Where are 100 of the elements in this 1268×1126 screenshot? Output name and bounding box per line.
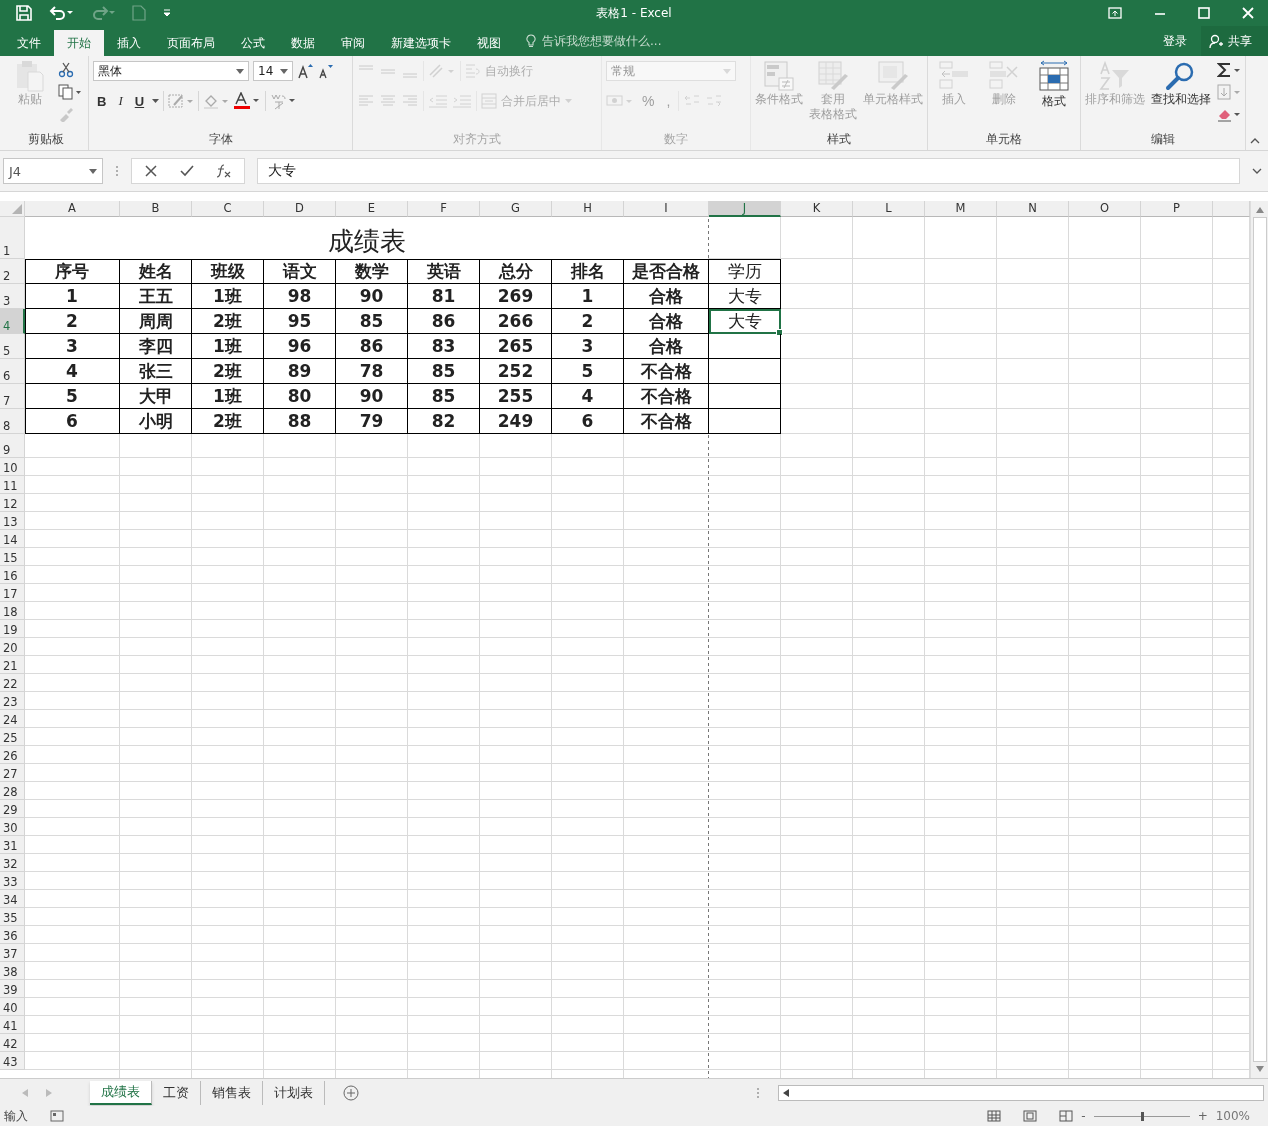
expand-icon[interactable] bbox=[1252, 168, 1262, 174]
row-header[interactable]: 27 bbox=[0, 764, 25, 782]
ribbon-tab[interactable]: 开始 bbox=[54, 30, 104, 56]
column-header[interactable]: P bbox=[1141, 201, 1213, 217]
row-header[interactable]: 1 bbox=[0, 217, 25, 259]
column-header[interactable]: M bbox=[925, 201, 997, 217]
collapse-ribbon-icon[interactable] bbox=[1250, 138, 1260, 144]
row-header[interactable]: 7 bbox=[0, 384, 25, 409]
next-sheet-icon[interactable] bbox=[46, 1088, 52, 1097]
ribbon-display-icon[interactable] bbox=[1108, 7, 1122, 19]
row-header[interactable]: 22 bbox=[0, 674, 25, 692]
function-icon[interactable] bbox=[216, 164, 232, 178]
row-header[interactable]: 13 bbox=[0, 512, 25, 530]
maximize-icon[interactable] bbox=[1198, 7, 1210, 19]
font-name-field[interactable]: 黑体 bbox=[93, 61, 249, 81]
column-header[interactable]: O bbox=[1069, 201, 1141, 217]
column-header[interactable]: N bbox=[997, 201, 1069, 217]
row-header[interactable]: 40 bbox=[0, 998, 25, 1016]
row-header[interactable]: 3 bbox=[0, 284, 25, 309]
row-header[interactable]: 18 bbox=[0, 602, 25, 620]
dropdown-arrow-icon[interactable] bbox=[280, 68, 288, 74]
row-header[interactable]: 31 bbox=[0, 836, 25, 854]
page-break-icon[interactable] bbox=[1059, 1110, 1074, 1122]
column-header[interactable]: B bbox=[120, 201, 192, 217]
scroll-up-icon[interactable] bbox=[1255, 207, 1264, 213]
underline-button[interactable]: U bbox=[130, 93, 149, 109]
ribbon-tab[interactable]: 视图 bbox=[464, 30, 514, 56]
row-header[interactable]: 37 bbox=[0, 944, 25, 962]
column-header[interactable]: D bbox=[264, 201, 336, 217]
row-header[interactable]: 8 bbox=[0, 409, 25, 434]
sheet-tab[interactable]: 成绩表 bbox=[90, 1080, 152, 1105]
row-header[interactable]: 24 bbox=[0, 710, 25, 728]
column-header[interactable]: F bbox=[408, 201, 480, 217]
row-header[interactable]: 6 bbox=[0, 359, 25, 384]
row-header[interactable]: 19 bbox=[0, 620, 25, 638]
page-layout-icon[interactable] bbox=[1023, 1110, 1038, 1122]
dropdown-arrow-icon[interactable] bbox=[236, 68, 244, 74]
italic-button[interactable]: I bbox=[114, 93, 127, 109]
row-header[interactable]: 5 bbox=[0, 334, 25, 359]
dropdown-arrow-icon[interactable] bbox=[89, 168, 97, 174]
ribbon-tab[interactable]: 数据 bbox=[278, 30, 328, 56]
row-header[interactable]: 33 bbox=[0, 872, 25, 890]
ribbon-tab[interactable]: 公式 bbox=[228, 30, 278, 56]
ribbon-tab[interactable]: 审阅 bbox=[328, 30, 378, 56]
ribbon-tab[interactable]: 新建选项卡 bbox=[378, 30, 464, 56]
fill-down-icon[interactable] bbox=[1217, 84, 1241, 100]
font-size-field[interactable]: 14 bbox=[253, 61, 293, 81]
phonetic-guide-icon[interactable] bbox=[270, 92, 297, 110]
ribbon-tab[interactable]: 文件 bbox=[4, 30, 54, 56]
row-header[interactable]: 29 bbox=[0, 800, 25, 818]
check-icon[interactable] bbox=[180, 164, 194, 178]
row-header[interactable]: 15 bbox=[0, 548, 25, 566]
row-header[interactable]: 42 bbox=[0, 1034, 25, 1052]
sheet-tab[interactable]: 销售表 bbox=[201, 1080, 263, 1105]
column-header[interactable]: H bbox=[552, 201, 624, 217]
bold-button[interactable]: B bbox=[93, 93, 111, 109]
row-header[interactable]: 17 bbox=[0, 584, 25, 602]
sign-in-link[interactable]: 登录 bbox=[1163, 32, 1187, 50]
row-header[interactable]: 34 bbox=[0, 890, 25, 908]
tell-me-field[interactable]: 告诉我您想要做什么... bbox=[542, 32, 662, 50]
add-sheet-icon[interactable] bbox=[343, 1084, 359, 1101]
column-header[interactable]: K bbox=[781, 201, 853, 217]
row-header[interactable]: 12 bbox=[0, 494, 25, 512]
row-header[interactable]: 20 bbox=[0, 638, 25, 656]
row-header[interactable]: 9 bbox=[0, 434, 25, 458]
save-icon[interactable] bbox=[16, 5, 32, 21]
scroll-left-icon[interactable] bbox=[783, 1088, 789, 1097]
row-header[interactable]: 43 bbox=[0, 1052, 25, 1070]
ribbon-tab[interactable]: 插入 bbox=[104, 30, 154, 56]
shrink-font-icon[interactable] bbox=[317, 63, 333, 79]
row-header[interactable]: 2 bbox=[0, 259, 25, 284]
name-box[interactable]: J4 bbox=[3, 158, 103, 184]
row-header[interactable]: 26 bbox=[0, 746, 25, 764]
sheet-tab[interactable]: 工资 bbox=[152, 1080, 201, 1105]
scissors-icon[interactable] bbox=[58, 62, 74, 78]
cancel-icon[interactable] bbox=[144, 164, 158, 178]
ribbon-button[interactable]: 查找和选择 bbox=[1151, 60, 1211, 130]
column-header[interactable]: I bbox=[624, 201, 709, 217]
row-header[interactable]: 36 bbox=[0, 926, 25, 944]
font-color-icon[interactable] bbox=[233, 92, 262, 110]
normal-view-icon[interactable] bbox=[987, 1110, 1002, 1122]
vertical-scrollbar[interactable] bbox=[1250, 201, 1268, 1078]
column-header[interactable]: E bbox=[336, 201, 408, 217]
row-header[interactable]: 4 bbox=[0, 309, 25, 334]
select-all-button[interactable] bbox=[0, 201, 25, 217]
row-header[interactable]: 25 bbox=[0, 728, 25, 746]
horizontal-scrollbar[interactable] bbox=[778, 1084, 1264, 1101]
dropdown-arrow-icon[interactable] bbox=[152, 99, 160, 103]
share-button[interactable]: 共享 bbox=[1201, 26, 1268, 56]
border-icon[interactable] bbox=[168, 93, 195, 109]
row-header[interactable]: 21 bbox=[0, 656, 25, 674]
row-header[interactable]: 39 bbox=[0, 980, 25, 998]
undo-icon[interactable] bbox=[48, 5, 74, 21]
grow-font-icon[interactable] bbox=[297, 63, 313, 79]
row-header[interactable]: 38 bbox=[0, 962, 25, 980]
close-icon[interactable] bbox=[1242, 7, 1254, 19]
row-header[interactable]: 35 bbox=[0, 908, 25, 926]
ribbon-button[interactable]: 格式 bbox=[1032, 60, 1076, 130]
zoom-in-button[interactable]: + bbox=[1197, 1109, 1208, 1123]
copy-icon[interactable] bbox=[58, 84, 82, 100]
